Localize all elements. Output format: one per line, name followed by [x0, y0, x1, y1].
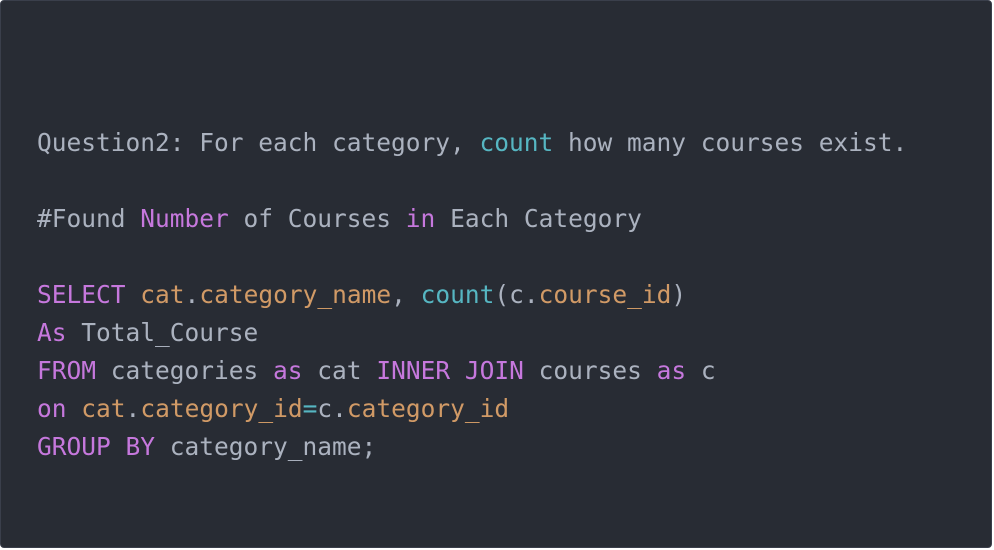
code-line-select: SELECT cat.category_name, count(c.course…	[37, 276, 907, 314]
dot: .	[332, 394, 347, 423]
from-keyword: FROM	[37, 356, 97, 385]
code-line-comment: #Found Number of Courses in Each Categor…	[37, 200, 907, 238]
courses-table: courses	[523, 356, 657, 385]
code-block: Question2: For each category, count how …	[0, 0, 992, 548]
comment-part-1: #Found	[37, 204, 141, 233]
cat-alias: cat	[140, 280, 185, 309]
categories-table: categories	[96, 356, 274, 385]
close-paren: )	[671, 280, 687, 309]
question-text-suffix: how many courses exist.	[553, 128, 908, 157]
category-id-column: category_id	[140, 394, 303, 423]
total-course-alias: Total_Course	[66, 318, 259, 347]
cat-alias: cat	[302, 356, 377, 385]
category-name-column: category_name	[199, 280, 392, 309]
comment-part-2: of Courses	[228, 204, 406, 233]
as-keyword: as	[656, 356, 687, 385]
question-count-word: count	[479, 128, 554, 157]
as-keyword: as	[273, 356, 303, 385]
group-by-column: category_name;	[155, 432, 377, 461]
dot: .	[184, 280, 200, 309]
count-function: count	[420, 280, 495, 309]
comment-number-word: Number	[140, 204, 229, 233]
comment-part-3: Each Category	[435, 204, 642, 233]
course-id-column: course_id	[538, 280, 672, 309]
code-line-from: FROM categories as cat INNER JOIN course…	[37, 352, 907, 390]
cat-alias: cat	[81, 394, 126, 423]
c-alias: c	[317, 394, 333, 423]
on-keyword: on	[37, 394, 67, 423]
code-line-on: on cat.category_id=c.category_id	[37, 390, 907, 428]
open-paren: (	[494, 280, 510, 309]
as-keyword: As	[37, 318, 67, 347]
comment-in-word: in	[405, 204, 436, 233]
equals-operator: =	[302, 394, 318, 423]
select-keyword: SELECT	[37, 280, 126, 309]
c-alias: c	[686, 356, 716, 385]
code-line-question: Question2: For each category, count how …	[37, 124, 907, 162]
dot: .	[523, 280, 539, 309]
sql-code[interactable]: Question2: For each category, count how …	[37, 124, 907, 466]
category-id-column: category_id	[346, 394, 510, 423]
c-alias: c	[509, 280, 524, 309]
comma: ,	[391, 280, 421, 309]
group-by-keyword: GROUP BY	[37, 432, 156, 461]
inner-join-keyword: INNER JOIN	[376, 356, 524, 385]
code-line-as: As Total_Course	[37, 314, 907, 352]
code-line-group-by: GROUP BY category_name;	[37, 428, 907, 466]
question-text-prefix: Question2: For each category,	[37, 128, 480, 157]
dot: .	[125, 394, 141, 423]
